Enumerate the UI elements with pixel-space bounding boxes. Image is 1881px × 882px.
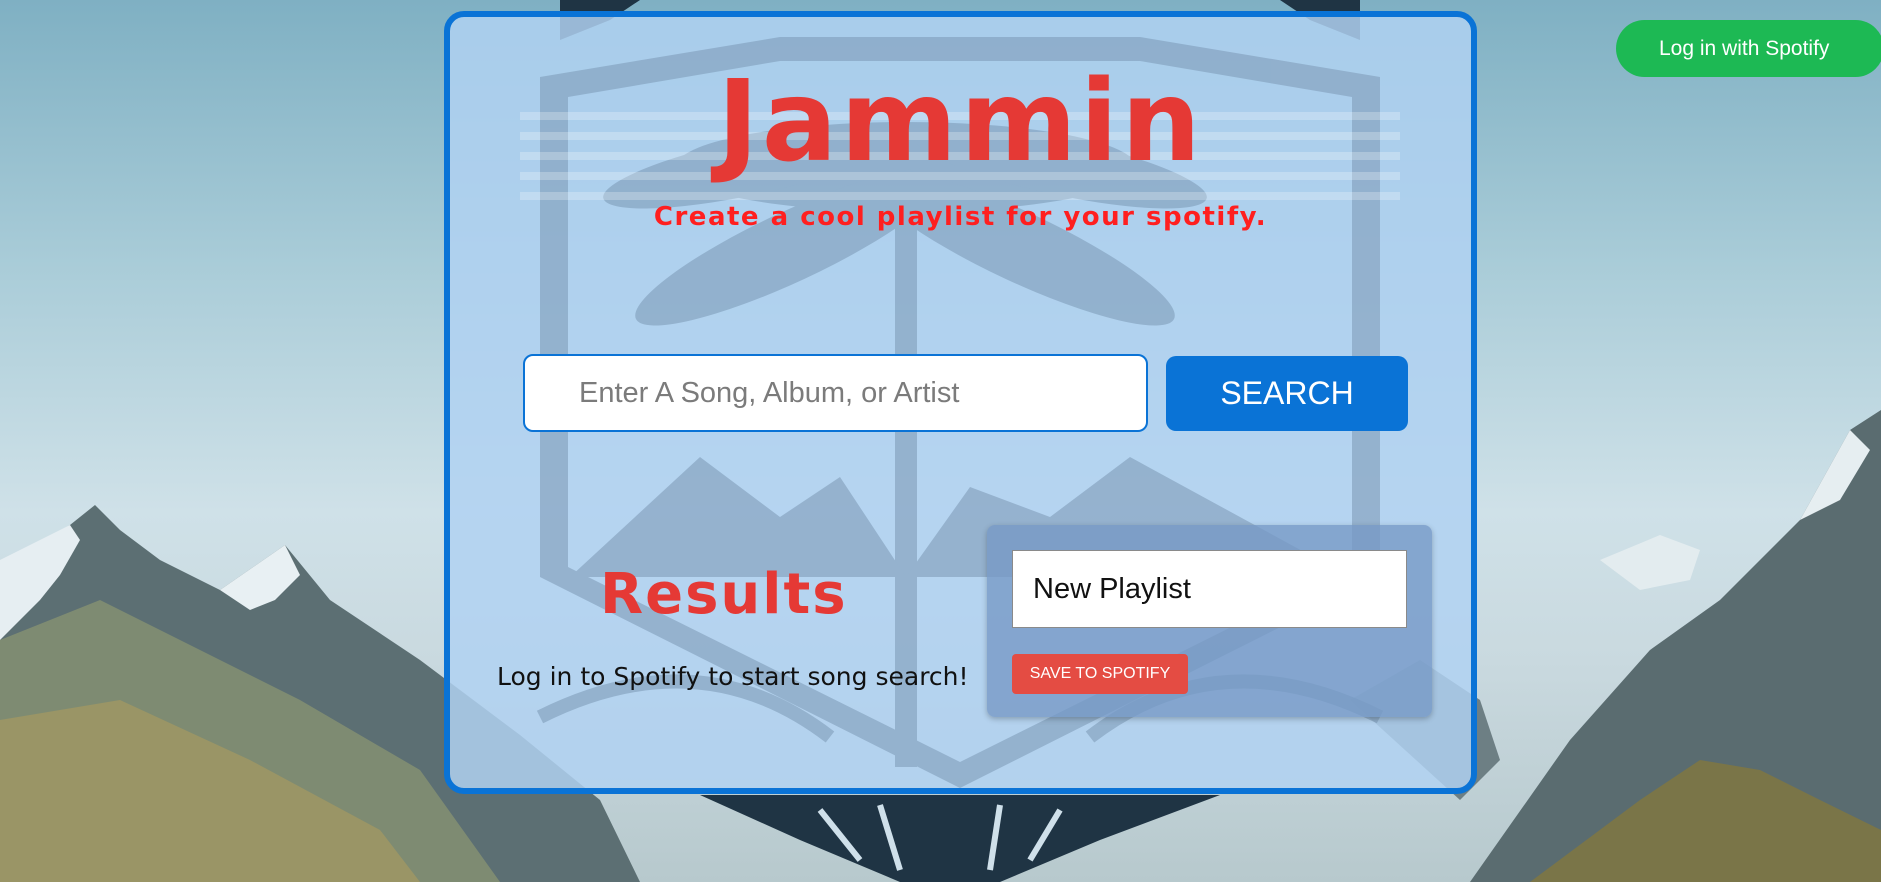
playlist-name-input[interactable] (1012, 550, 1407, 628)
app-page: Log in with Spotify Jammin Create a cool… (0, 0, 1881, 882)
jammin-panel: Jammin Create a cool playlist for your s… (444, 11, 1477, 794)
results-heading: Results (600, 562, 848, 627)
login-with-spotify-button[interactable]: Log in with Spotify (1616, 20, 1881, 77)
app-title: Jammin (717, 57, 1204, 187)
results-message: Log in to Spotify to start song search! (497, 662, 969, 691)
app-subtitle: Create a cool playlist for your spotify. (653, 202, 1268, 232)
playlist-panel: SAVE TO SPOTIFY (987, 525, 1432, 717)
save-to-spotify-button[interactable]: SAVE TO SPOTIFY (1012, 654, 1188, 694)
search-button[interactable]: SEARCH (1166, 356, 1408, 431)
search-input[interactable] (523, 354, 1148, 432)
